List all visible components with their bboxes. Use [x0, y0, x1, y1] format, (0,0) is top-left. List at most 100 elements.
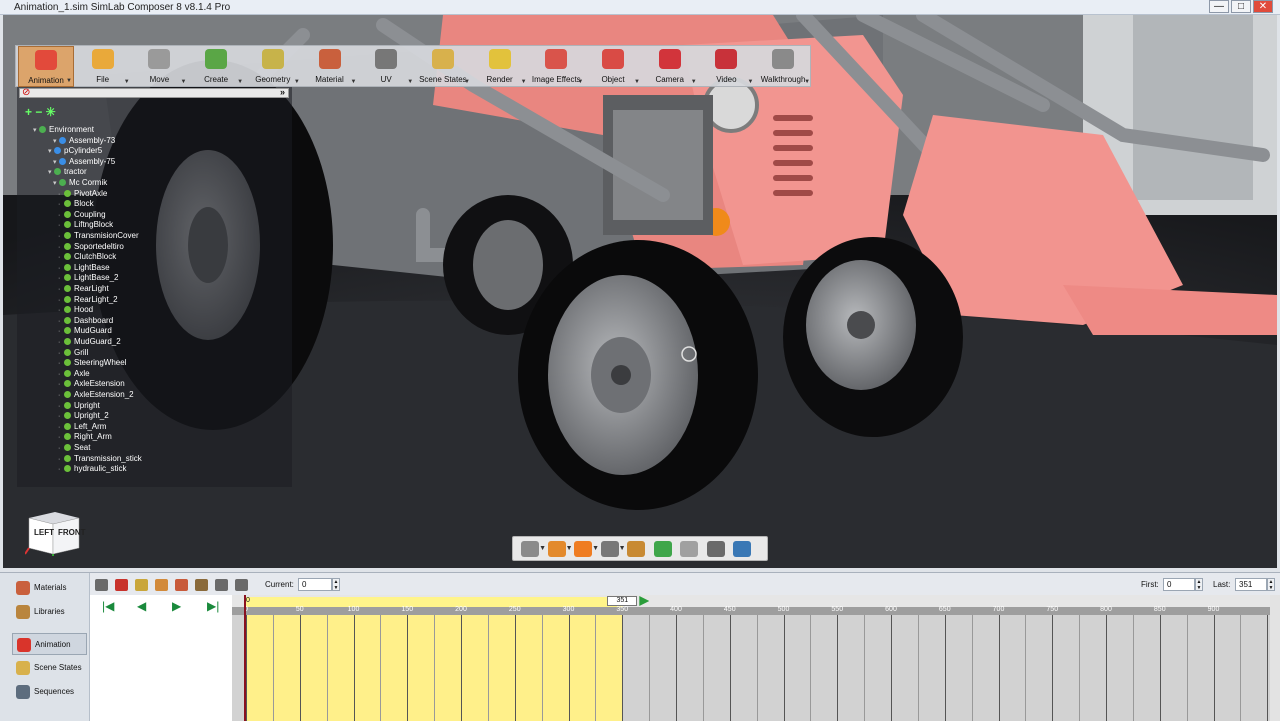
expand-panel-icon[interactable]: » — [280, 87, 285, 97]
copy-icon[interactable] — [215, 579, 228, 591]
tree-node[interactable]: · Grill — [58, 347, 88, 358]
nav-cube-left[interactable]: LEFT — [34, 528, 54, 537]
tree-node[interactable]: · Transmission_stick — [58, 453, 142, 464]
last-frame-spinner[interactable]: ▲ ▼ — [1267, 578, 1275, 591]
box-select-icon[interactable]: ▼ — [574, 541, 599, 557]
tree-node[interactable]: ▾ tractor — [48, 166, 87, 177]
timeline-track[interactable] — [232, 615, 1280, 721]
chevron-down-icon[interactable]: ▼ — [619, 545, 626, 552]
maximize-button[interactable]: □ — [1231, 0, 1251, 13]
tree-node[interactable]: · SteeringWheel — [58, 357, 126, 368]
keyframes-icon[interactable] — [95, 579, 108, 591]
chevron-down-icon[interactable]: ▼ — [521, 79, 527, 85]
chevron-down-icon[interactable]: ▼ — [237, 79, 243, 85]
tree-node[interactable]: ▾ Assembly-75 — [53, 156, 115, 167]
view-mode-icon[interactable]: ▼ — [521, 541, 546, 557]
ground-plane-icon[interactable] — [680, 541, 698, 557]
chevron-down-icon[interactable]: ▼ — [464, 79, 470, 85]
toolbar-video-button[interactable]: Video ▼ — [698, 46, 754, 87]
current-frame-input[interactable]: 0 — [298, 578, 332, 591]
snapshot-icon[interactable] — [733, 541, 751, 557]
tree-node[interactable]: · AxleEstension_2 — [58, 389, 134, 400]
chevron-down-icon[interactable]: ▼ — [539, 545, 546, 552]
tree-node[interactable]: · Upright_2 — [58, 410, 109, 421]
key-add-icon[interactable] — [135, 579, 148, 591]
tree-node[interactable]: · Hood — [58, 304, 93, 315]
side-panel-materials[interactable]: Materials — [12, 577, 87, 599]
tree-node[interactable]: · MudGuard_2 — [58, 336, 121, 347]
tree-node[interactable]: ▾ Mc Cormik — [53, 177, 107, 188]
start-frame-marker[interactable]: 0 — [246, 597, 250, 604]
side-panel-libraries[interactable]: Libraries — [12, 601, 87, 623]
chevron-down-icon[interactable]: ▼ — [804, 79, 810, 85]
tree-node[interactable]: · PivotAxle — [58, 188, 107, 199]
tree-node[interactable]: · LightBase — [58, 262, 110, 273]
toolbar-material-button[interactable]: Material ▼ — [302, 46, 358, 87]
step-back-icon[interactable]: ◀ — [137, 599, 146, 613]
tree-node[interactable]: ▾ Environment — [33, 124, 94, 135]
timeline-scrollbar[interactable] — [1270, 595, 1280, 721]
toolbar-uv-button[interactable]: UV ▼ — [358, 46, 414, 87]
toolbar-image-effects-button[interactable]: Image Effects ▼ — [528, 46, 584, 87]
end-frame-handle-icon[interactable] — [639, 596, 650, 606]
record-icon[interactable] — [115, 579, 128, 591]
tree-expander-icon[interactable]: ▾ — [33, 125, 39, 136]
nav-cube-front[interactable]: FRONT — [58, 528, 86, 537]
tree-node[interactable]: · Left_Arm — [58, 421, 106, 432]
layer-icon[interactable]: ▼ — [547, 541, 573, 557]
tree-node[interactable]: · Upright — [58, 400, 100, 411]
tree-node[interactable]: · Seat — [58, 442, 90, 453]
toolbar-camera-button[interactable]: Camera ▼ — [642, 46, 698, 87]
chevron-down-icon[interactable]: ▼ — [592, 545, 599, 552]
toolbar-object-button[interactable]: Object ▼ — [585, 46, 641, 87]
chevron-down-icon[interactable]: ▼ — [407, 79, 413, 85]
tree-node[interactable]: · MudGuard — [58, 325, 112, 336]
toolbar-file-button[interactable]: File ▼ — [75, 46, 131, 87]
tree-node[interactable]: · AxleEstension — [58, 378, 125, 389]
tree-node[interactable]: ▾ Assembly-73 — [53, 135, 115, 146]
key-delete-icon[interactable] — [175, 579, 188, 591]
tree-node[interactable]: · RearLight_2 — [58, 294, 118, 305]
tree-node[interactable]: · TransmisionCover — [58, 230, 139, 241]
toolbar-animation-button[interactable]: Animation ▼ — [18, 46, 74, 87]
tree-node[interactable]: · Axle — [58, 368, 90, 379]
chevron-down-icon[interactable]: ▼ — [634, 79, 640, 85]
toolbar-render-button[interactable]: Render ▼ — [472, 46, 528, 87]
toolbar-move-button[interactable]: Move ▼ — [131, 46, 187, 87]
toolbar-geometry-button[interactable]: Geometry ▼ — [245, 46, 301, 87]
chevron-down-icon[interactable]: ▼ — [294, 79, 300, 85]
tree-node[interactable]: · Coupling — [58, 209, 106, 220]
go-to-end-icon[interactable]: ▶| — [207, 599, 219, 613]
key-move-icon[interactable] — [155, 579, 168, 591]
last-frame-input[interactable]: 351 — [1235, 578, 1267, 591]
chevron-down-icon[interactable]: ▼ — [747, 79, 753, 85]
go-to-start-icon[interactable]: |◀ — [102, 599, 114, 613]
tree-node[interactable]: · LightBase_2 — [58, 272, 118, 283]
tree-node[interactable]: · ClutchBlock — [58, 251, 116, 262]
first-frame-input[interactable]: 0 — [1163, 578, 1195, 591]
first-frame-spinner[interactable]: ▲ ▼ — [1195, 578, 1203, 591]
tree-expander-icon[interactable]: · — [58, 464, 64, 475]
tree-node[interactable]: · RearLight — [58, 283, 109, 294]
tree-node[interactable]: ▾ pCylinder5 — [48, 145, 102, 156]
toolbar-scene-states-button[interactable]: Scene States ▼ — [415, 46, 471, 87]
tree-node[interactable]: · Block — [58, 198, 94, 209]
3d-viewport[interactable]: Animation ▼ File ▼ Move ▼ Create ▼ Geometry ▼ Mate… — [3, 15, 1277, 568]
timeline[interactable]: 351 0 0 50 100 150 200 250 300 350 400 450 500 550 6… — [232, 595, 1280, 721]
chevron-down-icon[interactable]: ▼ — [124, 79, 130, 85]
play-icon[interactable]: ▶ — [172, 599, 181, 613]
tree-node[interactable]: · Right_Arm — [58, 431, 112, 442]
tree-node[interactable]: · LiftngBlock — [58, 219, 113, 230]
end-frame-marker[interactable]: 351 — [607, 596, 638, 606]
chevron-down-icon[interactable]: ▼ — [566, 545, 573, 552]
chevron-down-icon[interactable]: ▼ — [180, 79, 186, 85]
trash-icon[interactable] — [195, 579, 208, 591]
side-panel-sequences[interactable]: Sequences — [12, 681, 87, 703]
tree-tools[interactable]: + − ✳ — [25, 105, 56, 119]
texture-icon[interactable] — [627, 541, 645, 557]
tree-node[interactable]: · Dashboard — [58, 315, 113, 326]
grid-icon[interactable] — [706, 541, 725, 557]
minimize-button[interactable]: — — [1209, 0, 1229, 13]
zoom-fit-icon[interactable] — [653, 541, 672, 557]
tree-node[interactable]: · hydraulic_stick — [58, 463, 126, 474]
